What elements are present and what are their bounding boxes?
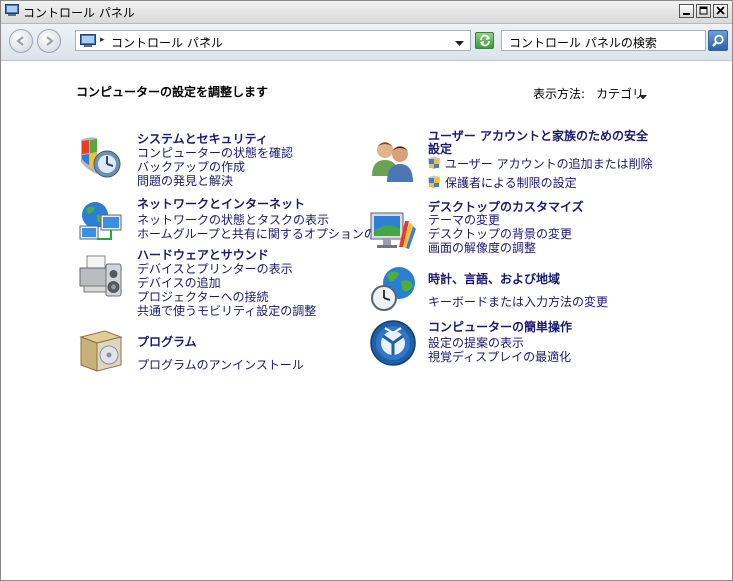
address-dropdown-icon[interactable] <box>455 37 464 50</box>
search-icon <box>712 34 724 47</box>
address-field[interactable]: ▸ コントロール パネル ▸ <box>75 30 471 51</box>
link-parental-controls[interactable]: 保護者による制限の設定 <box>445 174 577 191</box>
shield-security-icon[interactable] <box>77 134 125 182</box>
monitor-palette-icon[interactable] <box>369 207 417 255</box>
search-input[interactable]: コントロール パネルの検索 <box>501 30 706 51</box>
navigation-bar: ▸ コントロール パネル ▸ コントロール パネルの検索 <box>1 24 732 61</box>
category-programs[interactable]: プログラム <box>137 333 197 350</box>
forward-arrow-icon <box>46 36 54 46</box>
category-user-accounts[interactable]: ユーザー アカウントと家族のための安全設定 <box>428 130 658 156</box>
globe-clock-icon[interactable] <box>369 265 417 313</box>
breadcrumb-separator-icon[interactable]: ▸ <box>206 35 211 45</box>
link-change-keyboard-input[interactable]: キーボードまたは入力方法の変更 <box>428 293 608 310</box>
refresh-icon <box>480 34 490 47</box>
breadcrumb-separator-icon[interactable]: ▸ <box>100 35 105 45</box>
uac-shield-icon <box>427 175 441 189</box>
link-mobility-settings[interactable]: 共通で使うモビリティ設定の調整 <box>137 302 316 319</box>
maximize-button[interactable] <box>696 4 711 18</box>
category-clock-language-region[interactable]: 時計、言語、および地域 <box>428 270 560 287</box>
forward-button[interactable] <box>37 29 61 53</box>
link-adjust-screen-resolution[interactable]: 画面の解像度の調整 <box>428 239 536 256</box>
page-heading: コンピューターの設定を調整します <box>76 85 269 99</box>
network-globe-icon[interactable] <box>77 199 125 247</box>
title-bar[interactable]: コントロール パネル <box>1 1 732 24</box>
back-button[interactable] <box>9 29 33 53</box>
control-panel-icon <box>80 34 96 51</box>
window-title: コントロール パネル <box>23 6 135 20</box>
category-network-internet[interactable]: ネットワークとインターネット <box>137 195 305 212</box>
back-arrow-icon <box>16 36 24 46</box>
minimize-icon <box>683 13 690 15</box>
close-icon <box>716 6 725 15</box>
search-button[interactable] <box>708 30 728 51</box>
category-ease-of-access[interactable]: コンピューターの簡単操作 <box>428 318 572 335</box>
link-uninstall-program[interactable]: プログラムのアンインストール <box>137 356 304 373</box>
maximize-icon <box>699 6 708 15</box>
control-panel-icon <box>5 4 19 17</box>
minimize-button[interactable] <box>679 4 694 18</box>
uac-shield-icon <box>427 156 441 170</box>
link-find-fix-problems[interactable]: 問題の発見と解決 <box>137 172 233 189</box>
view-by-label: 表示方法: <box>533 87 586 101</box>
control-panel-window: コントロール パネル ▸ コントロール パネル ▸ コントロール パネルの検索 … <box>0 0 733 581</box>
printer-speaker-icon[interactable] <box>77 252 125 300</box>
link-homegroup-sharing[interactable]: ホームグループと共有に関するオプションの選択 <box>137 225 400 242</box>
view-by-selector[interactable]: カテゴリ <box>596 85 644 102</box>
view-by-dropdown-icon[interactable] <box>639 90 647 103</box>
link-add-remove-user[interactable]: ユーザー アカウントの追加または削除 <box>445 155 653 172</box>
link-optimize-visual-display[interactable]: 視覚ディスプレイの最適化 <box>428 348 571 365</box>
refresh-button[interactable] <box>475 32 494 49</box>
programs-box-icon[interactable] <box>77 325 125 373</box>
close-button[interactable] <box>713 4 728 18</box>
users-icon[interactable] <box>369 136 417 184</box>
ease-of-access-icon[interactable] <box>369 319 417 367</box>
